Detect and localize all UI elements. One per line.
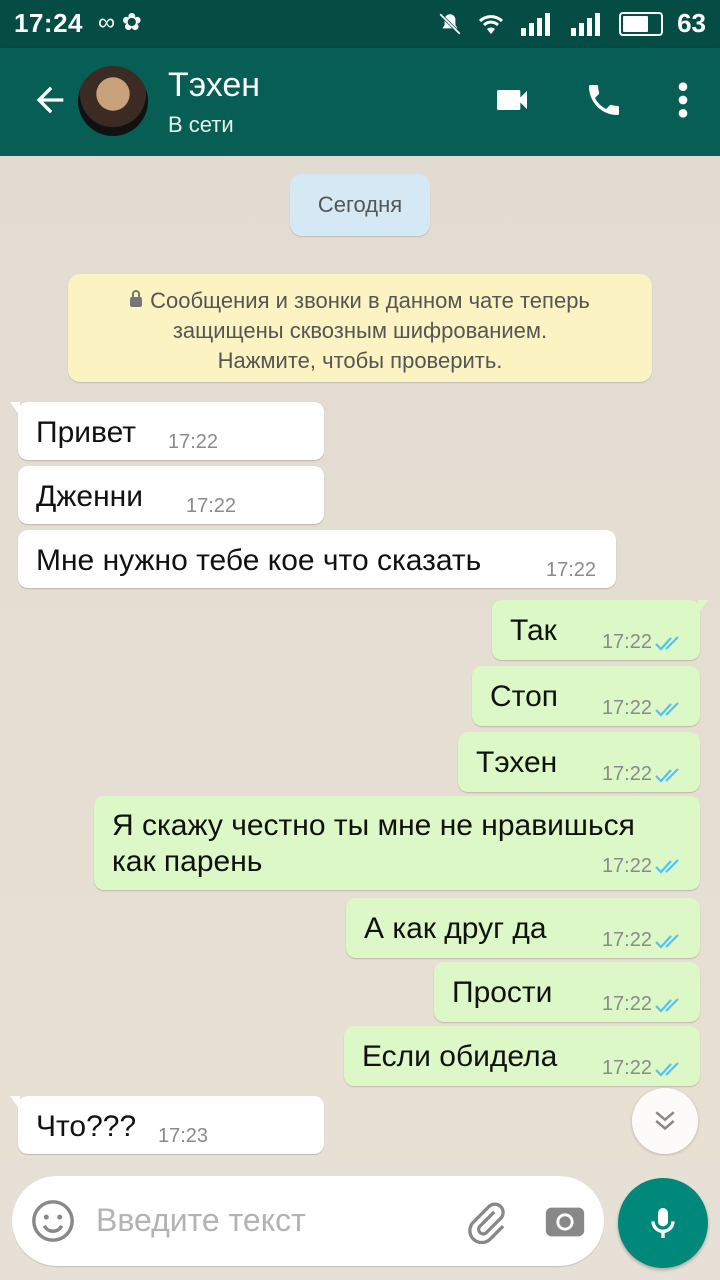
avatar[interactable] (78, 66, 148, 136)
double-check-icon (655, 701, 679, 717)
contact-status: В сети (168, 112, 234, 137)
message-text: Что??? (36, 1110, 137, 1143)
arrow-left-icon[interactable] (30, 80, 70, 120)
message-text-line1: Я скажу честно ты мне не нравишься (112, 809, 635, 842)
message-text: Если обидела (362, 1040, 558, 1073)
more-vertical-icon[interactable] (676, 80, 690, 120)
message-text: Так (510, 614, 557, 647)
message-time: 17:22 (601, 631, 652, 653)
video-camera-icon[interactable] (492, 80, 532, 120)
microphone-icon (651, 1208, 675, 1238)
double-check-icon (655, 1061, 679, 1077)
message-outgoing[interactable]: А как друг да 17:22 (346, 898, 700, 958)
message-meta: 17:22 (602, 1057, 686, 1080)
message-outgoing[interactable]: Я скажу честно ты мне не нравишься как п… (94, 796, 700, 890)
message-time: 17:22 (601, 855, 652, 877)
double-check-icon (655, 635, 679, 651)
message-time: 17:22 (168, 431, 219, 453)
message-time: 17:22 (601, 697, 652, 719)
message-time: 17:22 (601, 1057, 652, 1079)
message-meta: 17:22 (602, 763, 686, 786)
notice-line2: защищены сквозным шифрованием. (172, 318, 548, 343)
signal-icon (521, 12, 551, 36)
header-actions (492, 80, 690, 120)
message-text: Дженни (36, 480, 143, 513)
message-outgoing[interactable]: Прости 17:22 (434, 962, 700, 1022)
message-meta: 17:22 (602, 993, 686, 1016)
message-time: 17:22 (601, 929, 652, 951)
message-meta: 17:22 (602, 929, 686, 952)
message-incoming[interactable]: Мне нужно тебе кое что сказать 17:22 (18, 530, 616, 588)
wifi-icon (479, 14, 504, 34)
message-time: 17:22 (186, 495, 237, 517)
message-text-line2: как парень (112, 845, 263, 878)
message-incoming[interactable]: Что??? 17:23 (10, 1096, 324, 1154)
camera-icon[interactable] (542, 1198, 588, 1244)
lock-icon (130, 290, 143, 307)
message-text: Тэхен (476, 746, 558, 779)
composer-bar: Введите текст (0, 1156, 720, 1280)
double-check-icon (655, 933, 679, 949)
status-left-icons: ∞ ✿ (98, 9, 142, 36)
notice-line1: Сообщения и звонки в данном чате теперь (150, 288, 590, 313)
message-text: Стоп (490, 680, 558, 713)
message-input-container[interactable]: Введите текст (12, 1176, 604, 1266)
message-outgoing[interactable]: Так 17:22 (492, 600, 708, 660)
status-bar: 17:24 ∞ ✿ 63 (0, 0, 720, 48)
message-input[interactable]: Введите текст (96, 1202, 306, 1239)
message-time: 17:22 (546, 559, 597, 581)
message-time: 17:22 (601, 763, 652, 785)
encryption-notice[interactable]: Сообщения и звонки в данном чате теперь … (68, 274, 652, 382)
status-time: 17:24 (14, 8, 83, 38)
message-text: Мне нужно тебе кое что сказать (36, 544, 482, 577)
date-chip: Сегодня (290, 174, 430, 236)
chat-area[interactable]: Сегодня Сообщения и звонки в данном чате… (0, 156, 720, 1156)
double-check-icon (655, 997, 679, 1013)
scroll-to-bottom-button[interactable] (632, 1088, 698, 1154)
battery-level: 63 (677, 8, 706, 38)
message-text: А как друг да (364, 912, 547, 945)
message-incoming[interactable]: Дженни 17:22 (18, 466, 324, 524)
microphone-button[interactable] (618, 1178, 708, 1268)
signal-4g-icon (571, 12, 601, 36)
battery-icon (619, 11, 664, 36)
status-right-icons: 63 (437, 8, 706, 39)
paperclip-icon[interactable] (464, 1200, 508, 1244)
contact-name[interactable]: Тэхен (168, 66, 260, 105)
emoji-icon[interactable] (30, 1198, 76, 1244)
message-text: Привет (36, 416, 137, 449)
double-check-icon (655, 767, 679, 783)
message-meta: 17:22 (602, 697, 686, 720)
message-time: 17:22 (601, 993, 652, 1015)
message-time: 17:23 (158, 1125, 209, 1147)
double-check-icon (655, 859, 679, 874)
message-outgoing[interactable]: Стоп 17:22 (472, 666, 700, 726)
message-text: Прости (452, 976, 553, 1009)
chevrons-down-icon (655, 1111, 675, 1131)
message-outgoing[interactable]: Тэхен 17:22 (458, 732, 700, 792)
chat-header: Тэхен В сети (0, 48, 720, 156)
message-incoming[interactable]: Привет 17:22 (10, 402, 324, 460)
notice-line3: Нажмите, чтобы проверить. (217, 348, 503, 373)
phone-icon[interactable] (584, 80, 624, 120)
mute-icon (439, 12, 461, 35)
message-meta: 17:22 (602, 631, 686, 654)
message-outgoing[interactable]: Если обидела 17:22 (344, 1026, 700, 1086)
message-meta: 17:22 (602, 848, 686, 884)
